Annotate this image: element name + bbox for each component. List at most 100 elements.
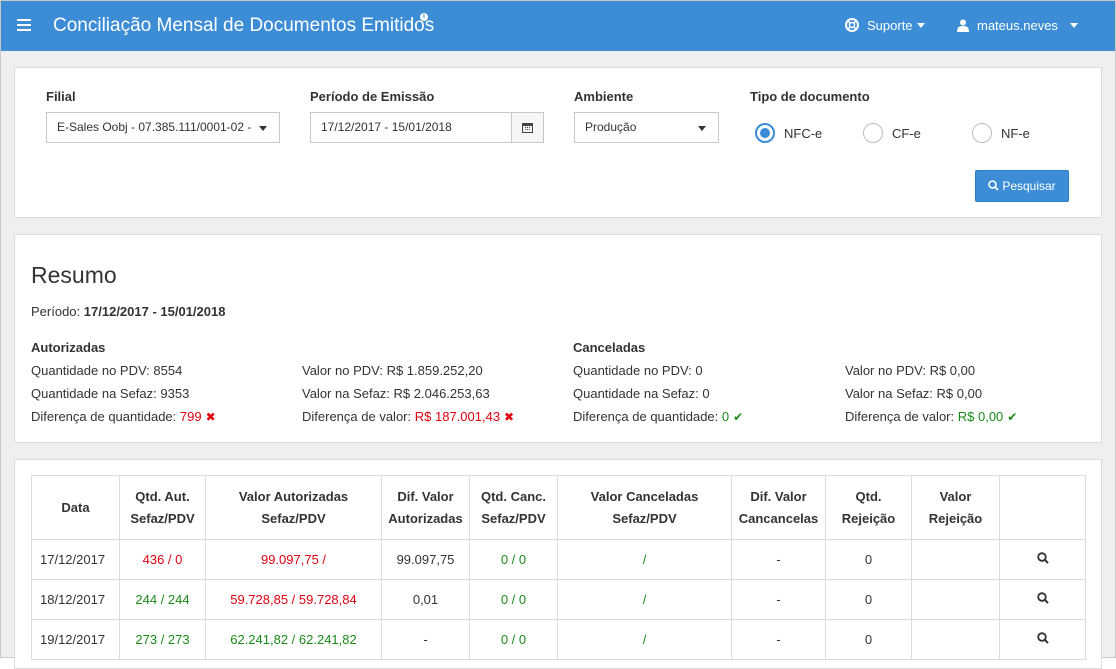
col-header-qtd-rej[interactable]: Qtd. Rejeição xyxy=(825,475,912,540)
col-header-line: Sefaz/PDV xyxy=(130,510,195,526)
canc-dif-qtd-label: Diferença de quantidade: xyxy=(573,409,719,424)
col-header-qtd-aut[interactable]: Qtd. Aut. Sefaz/PDV xyxy=(119,475,206,540)
cell-dif-canc: - xyxy=(731,539,826,580)
canceladas-heading: Canceladas xyxy=(573,340,646,355)
cell-valor-rej xyxy=(911,579,1000,620)
ambiente-select[interactable]: Produção xyxy=(574,112,719,143)
info-icon[interactable]: i xyxy=(420,13,428,21)
canc-valor-pdv-value: R$ 0,00 xyxy=(929,363,976,378)
canc-dif-qtd: Diferença de quantidade: 0 ✔ xyxy=(573,409,743,424)
check-icon: ✔ xyxy=(1007,410,1018,424)
col-header-line: Sefaz/PDV xyxy=(261,510,326,526)
x-mark-icon: ✖ xyxy=(504,410,515,424)
cell-qtd-canc: 0 / 0 xyxy=(469,619,558,660)
canc-qtd-sefaz-value: 0 xyxy=(702,386,710,401)
aut-dif-qtd: Diferença de quantidade: 799 ✖ xyxy=(31,409,216,424)
cell-actions xyxy=(999,539,1086,580)
col-header-line: Sefaz/PDV xyxy=(612,510,677,526)
periodo-input[interactable]: 17/12/2017 - 15/01/2018 xyxy=(310,112,512,143)
calendar-icon xyxy=(522,123,533,133)
summary-title: Resumo xyxy=(31,262,117,288)
aut-dif-valor-value: R$ 187.001,43 xyxy=(414,409,501,424)
search-button[interactable]: Pesquisar xyxy=(975,170,1069,202)
cell-qtd-canc: 0 / 0 xyxy=(469,579,558,620)
ambiente-value: Produção xyxy=(585,120,637,134)
col-header-line: Data xyxy=(61,499,90,515)
cell-actions xyxy=(999,579,1086,620)
canc-dif-valor-value: R$ 0,00 xyxy=(957,409,1004,424)
canc-valor-pdv: Valor no PDV: R$ 0,00 xyxy=(845,363,975,378)
chevron-down-icon xyxy=(916,23,925,28)
cell-valor-rej xyxy=(911,539,1000,580)
col-header-valor-aut[interactable]: Valor Autorizadas Sefaz/PDV xyxy=(205,475,382,540)
autorizadas-heading: Autorizadas xyxy=(31,340,106,355)
col-header-line: Valor Canceladas xyxy=(590,488,699,504)
summary-panel: Resumo Período: 17/12/2017 - 15/01/2018 … xyxy=(14,234,1102,443)
cell-valor-canc: / xyxy=(557,539,732,580)
aut-dif-qtd-label: Diferença de quantidade: xyxy=(31,409,177,424)
filial-select[interactable]: E-Sales Oobj - 07.385.111/0001-02 - xyxy=(46,112,280,143)
filial-value: E-Sales Oobj - 07.385.111/0001-02 - xyxy=(57,120,252,134)
aut-qtd-sefaz: Quantidade na Sefaz: 9353 xyxy=(31,386,189,401)
user-label: mateus.neves xyxy=(977,18,1058,33)
col-header-dif-canc[interactable]: Dif. Valor Cancancelas xyxy=(731,475,826,540)
cell-valor-canc: / xyxy=(557,619,732,660)
radio-circle xyxy=(755,123,775,143)
x-mark-icon: ✖ xyxy=(205,410,216,424)
aut-qtd-sefaz-value: 9353 xyxy=(160,386,190,401)
ambiente-label: Ambiente xyxy=(574,89,634,104)
col-header-data[interactable]: Data xyxy=(31,475,120,540)
col-header-valor-rej[interactable]: Valor Rejeição xyxy=(911,475,1000,540)
top-navbar: Conciliação Mensal de Documentos Emitido… xyxy=(1,1,1115,51)
col-header-qtd-canc[interactable]: Qtd. Canc. Sefaz/PDV xyxy=(469,475,558,540)
summary-period-label: Período: xyxy=(31,304,81,319)
col-header-line: Dif. Valor xyxy=(397,488,454,504)
radio-label-nfce: NFC-e xyxy=(784,126,823,141)
summary-period: Período: 17/12/2017 - 15/01/2018 xyxy=(31,304,225,319)
aut-valor-sefaz: Valor na Sefaz: R$ 2.046.253,63 xyxy=(302,386,490,401)
cell-dif-aut: 99.097,75 xyxy=(381,539,470,580)
aut-valor-pdv-value: R$ 1.859.252,20 xyxy=(386,363,483,378)
aut-dif-valor: Diferença de valor: R$ 187.001,43 ✖ xyxy=(302,409,514,424)
calendar-button[interactable] xyxy=(512,112,544,143)
canc-qtd-pdv-value: 0 xyxy=(695,363,703,378)
search-button-label: Pesquisar xyxy=(1002,179,1056,193)
table-panel: Data Qtd. Aut. Sefaz/PDV Valor Autorizada… xyxy=(14,459,1102,669)
canc-valor-pdv-label: Valor no PDV: xyxy=(845,363,926,378)
support-menu[interactable]: Suporte xyxy=(845,18,925,33)
search-icon[interactable] xyxy=(1036,592,1049,604)
col-header-line: Cancancelas xyxy=(738,510,819,526)
col-header-line: Qtd. xyxy=(855,488,882,504)
chevron-down-icon xyxy=(259,126,267,131)
chevron-down-icon xyxy=(1069,23,1078,28)
search-icon[interactable] xyxy=(1036,552,1049,564)
menu-icon[interactable] xyxy=(17,19,31,31)
col-header-line: Rejeição xyxy=(928,510,983,526)
aut-dif-valor-label: Diferença de valor: xyxy=(302,409,412,424)
cell-dif-aut: - xyxy=(381,619,470,660)
radio-circle xyxy=(863,123,883,143)
aut-qtd-sefaz-label: Quantidade na Sefaz: xyxy=(31,386,157,401)
col-header-dif-aut[interactable]: Dif. Valor Autorizadas xyxy=(381,475,470,540)
chevron-down-icon xyxy=(698,126,706,131)
col-header-actions xyxy=(999,475,1086,540)
filial-label: Filial xyxy=(46,89,76,104)
aut-qtd-pdv-label: Quantidade no PDV: xyxy=(31,363,150,378)
conciliation-table: Data Qtd. Aut. Sefaz/PDV Valor Autorizada… xyxy=(31,475,1086,660)
radio-label-cfe: CF-e xyxy=(892,126,921,141)
search-icon[interactable] xyxy=(1036,632,1049,644)
cell-dif-canc: - xyxy=(731,579,826,620)
canc-dif-valor-label: Diferença de valor: xyxy=(845,409,955,424)
table-row: 19/12/2017 273 / 273 62.241,82 / 62.241,… xyxy=(31,619,1086,660)
cell-qtd-aut: 436 / 0 xyxy=(119,539,206,580)
user-menu[interactable]: mateus.neves xyxy=(957,18,1078,33)
filter-panel: Filial E-Sales Oobj - 07.385.111/0001-02… xyxy=(14,67,1102,218)
aut-valor-sefaz-value: R$ 2.046.253,63 xyxy=(393,386,490,401)
cell-valor-rej xyxy=(911,619,1000,660)
col-header-line: Qtd. Aut. xyxy=(135,488,190,504)
col-header-valor-canc[interactable]: Valor Canceladas Sefaz/PDV xyxy=(557,475,732,540)
cell-qtd-rej: 0 xyxy=(825,539,912,580)
aut-valor-pdv-label: Valor no PDV: xyxy=(302,363,383,378)
col-header-line: Rejeição xyxy=(841,510,896,526)
periodo-value: 17/12/2017 - 15/01/2018 xyxy=(321,120,452,134)
